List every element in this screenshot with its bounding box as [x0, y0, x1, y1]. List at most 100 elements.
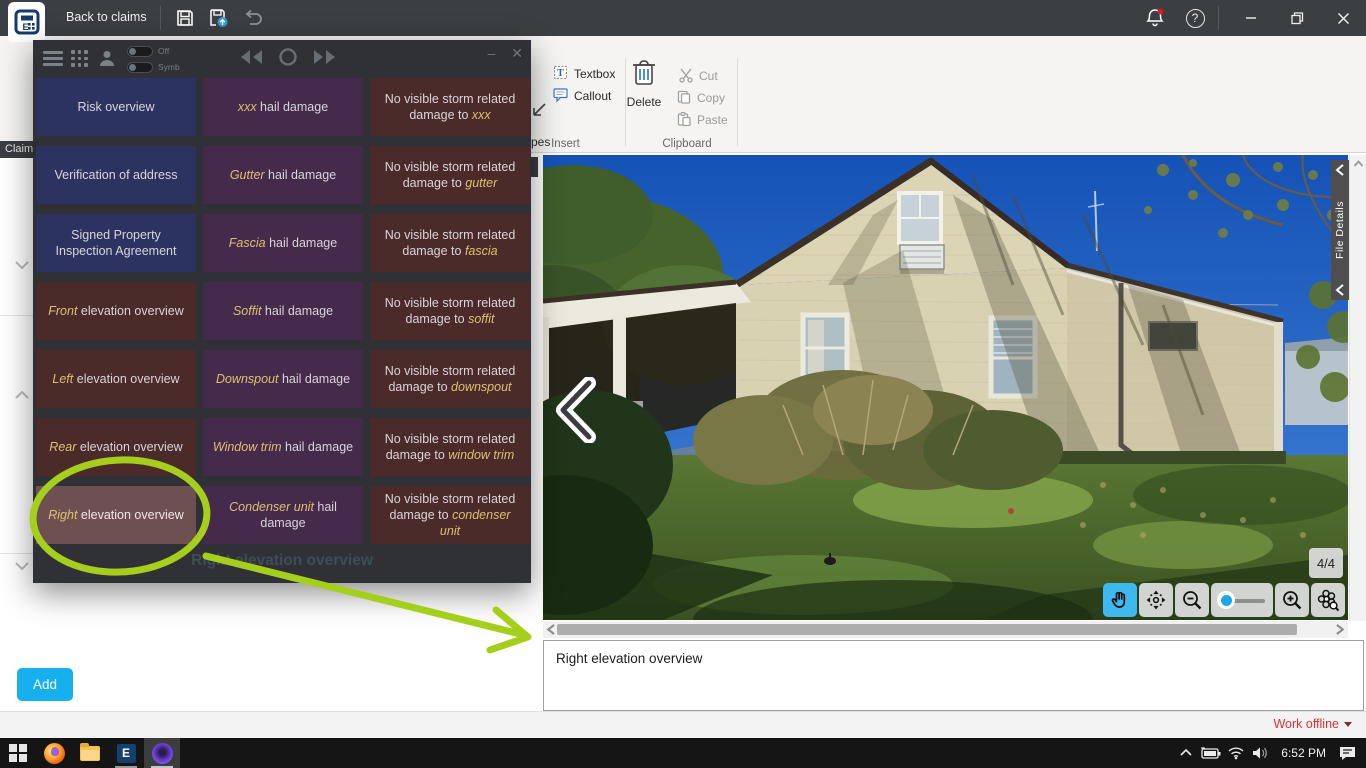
chevron-up-icon[interactable] [12, 388, 32, 402]
photo-label-tile[interactable]: No visible storm related damage to soffi… [370, 282, 530, 340]
grid-view-icon[interactable] [71, 50, 88, 67]
textbox-button[interactable]: T Textbox [552, 64, 615, 84]
scrollbar-thumb[interactable] [557, 624, 1297, 635]
off-toggle[interactable]: Off [127, 44, 180, 58]
copy-button[interactable]: Copy [676, 88, 725, 108]
speaker-icon[interactable] [1251, 746, 1269, 760]
overlay-nav [238, 47, 338, 67]
save-button[interactable] [172, 5, 198, 31]
previous-photo-button[interactable] [551, 377, 599, 443]
annotate-settings-button[interactable] [1311, 583, 1345, 617]
title-bar: Back to claims ? [0, 0, 1366, 36]
photo-label-tile[interactable]: Rear elevation overview [36, 418, 196, 476]
firefox-icon [44, 743, 65, 764]
photo-label-tile[interactable]: xxx hail damage [203, 78, 363, 136]
help-button[interactable]: ? [1182, 5, 1208, 31]
action-center-icon[interactable] [1338, 745, 1358, 761]
callout-icon [552, 86, 569, 106]
add-button[interactable]: Add [17, 668, 73, 701]
svg-text:E: E [22, 22, 28, 32]
zoom-slider[interactable] [1211, 583, 1273, 617]
cut-button[interactable]: Cut [678, 66, 718, 86]
photo-label-tile[interactable]: Window trim hail damage [203, 418, 363, 476]
person-icon[interactable] [97, 48, 117, 68]
toggle-switch[interactable] [127, 62, 153, 73]
save-upload-button[interactable] [206, 5, 232, 31]
work-offline-toggle[interactable]: Work offline [1273, 717, 1352, 731]
chevron-down-icon[interactable] [12, 559, 32, 573]
undo-button[interactable] [240, 5, 266, 31]
annotation-arrow-head [490, 610, 528, 650]
photo-label-tile[interactable]: Soffit hail damage [203, 282, 363, 340]
taskbar-firefox[interactable] [36, 738, 72, 768]
photo-label-tile[interactable]: No visible storm related damage to downs… [370, 350, 530, 408]
fast-forward-icon[interactable] [312, 49, 338, 65]
zoom-in-button[interactable] [1275, 583, 1309, 617]
photo-label-tile[interactable]: Verification of address [36, 146, 196, 204]
zoom-out-button[interactable] [1175, 583, 1209, 617]
chevron-down-icon[interactable] [12, 258, 32, 272]
clipboard-group-label: Clipboard [632, 138, 742, 150]
symb-toggle[interactable]: Symb [127, 60, 180, 74]
back-to-claims-button[interactable]: Back to claims [66, 10, 147, 24]
photo-label-tile[interactable]: Condenser unit hail damage [203, 486, 363, 544]
tray-chevron-up-icon[interactable] [1179, 747, 1193, 759]
photo-label-tile[interactable]: No visible storm related damage to fasci… [370, 214, 530, 272]
toggle-switch[interactable] [127, 46, 153, 57]
photo-label-tile[interactable]: No visible storm related damage to xxx [370, 78, 530, 136]
photo-caption-input[interactable]: Right elevation overview [543, 640, 1364, 711]
rewind-icon[interactable] [238, 49, 264, 65]
taskbar-estimate-app[interactable]: E [108, 738, 144, 768]
e-app-icon: E [117, 744, 136, 763]
photo-label-tile[interactable]: Front elevation overview [36, 282, 196, 340]
paste-button[interactable]: Paste [676, 110, 728, 130]
photo-label-tile[interactable]: No visible storm related damage to gutte… [370, 146, 530, 204]
vertical-scrollbar[interactable] [1349, 155, 1366, 621]
overlay-minimize-button[interactable]: – [487, 45, 495, 62]
photo-label-tile[interactable]: Signed Property Inspection Agreement [36, 214, 196, 272]
photo-label-tile[interactable]: No visible storm related damage to windo… [370, 418, 530, 476]
taskbar-explorer[interactable] [72, 738, 108, 768]
photo-label-tile[interactable]: No visible storm related damage to conde… [370, 486, 530, 544]
taskbar-active-app[interactable] [144, 738, 180, 768]
toggle-group: Off Symb [127, 44, 180, 76]
photo-label-tile[interactable]: Gutter hail damage [203, 146, 363, 204]
callout-button[interactable]: Callout [552, 86, 611, 106]
battery-icon[interactable] [1199, 746, 1221, 760]
overlay-close-button[interactable]: ✕ [511, 45, 523, 62]
wifi-icon[interactable] [1227, 746, 1245, 760]
system-tray: 6:52 PM [1179, 745, 1366, 761]
clock[interactable]: 6:52 PM [1275, 746, 1332, 760]
divider [1218, 6, 1219, 30]
divider [160, 6, 161, 30]
panel-grip[interactable] [531, 157, 538, 177]
flower-magnifier-icon [1316, 588, 1341, 613]
minimize-button[interactable] [1228, 0, 1274, 36]
restore-button[interactable] [1274, 0, 1320, 36]
close-button[interactable] [1320, 0, 1366, 36]
scroll-up-icon[interactable] [1353, 159, 1364, 169]
app-logo[interactable]: E [8, 2, 45, 42]
file-details-tab[interactable]: File Details [1331, 160, 1349, 300]
start-button[interactable] [0, 738, 36, 768]
textbox-icon: T [552, 64, 569, 84]
overlay-header: Off Symb – ✕ [33, 40, 531, 76]
divider [0, 315, 33, 316]
zoom-slider-knob[interactable] [1217, 591, 1235, 609]
photo-viewer[interactable]: 4/4 [543, 155, 1348, 620]
photo-label-tile[interactable]: Right elevation overview [36, 486, 196, 544]
overlay-window-controls: – ✕ [487, 45, 523, 62]
horizontal-scrollbar[interactable] [543, 621, 1348, 638]
pan-tool-button[interactable] [1103, 583, 1137, 617]
notifications-button[interactable] [1142, 5, 1168, 31]
menu-icon[interactable] [43, 51, 63, 69]
move-tool-button[interactable] [1139, 583, 1173, 617]
photo-label-tile[interactable]: Downspout hail damage [203, 350, 363, 408]
record-circle-icon[interactable] [278, 47, 298, 67]
delete-button[interactable]: Delete [609, 56, 679, 122]
overlay-footer-title: Right elevation overview [33, 552, 531, 570]
photo-label-tile[interactable]: Left elevation overview [36, 350, 196, 408]
scroll-right-icon[interactable] [1333, 623, 1346, 636]
photo-label-tile[interactable]: Fascia hail damage [203, 214, 363, 272]
photo-label-tile[interactable]: Risk overview [36, 78, 196, 136]
